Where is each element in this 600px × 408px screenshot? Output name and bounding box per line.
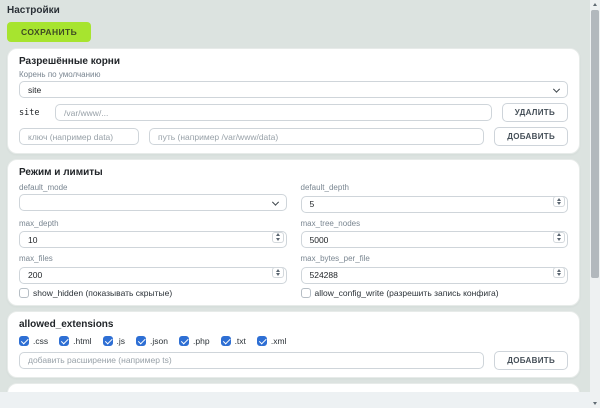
extension-label: .xml: [271, 336, 287, 346]
scrollbar-thumb[interactable]: [591, 10, 599, 278]
add-root-row: ДОБАВИТЬ: [19, 127, 568, 146]
extension-item[interactable]: .html: [59, 336, 91, 346]
extension-label: .txt: [235, 336, 246, 346]
extension-label: .html: [73, 336, 91, 346]
root-path-input[interactable]: [55, 104, 492, 121]
extension-label: .js: [117, 336, 126, 346]
extension-label: .php: [193, 336, 210, 346]
default-mode-label: default_mode: [19, 183, 287, 192]
default-root-select-value: site: [28, 85, 41, 95]
extension-checkbox[interactable]: [179, 336, 189, 346]
allow-config-write-label: allow_config_write (разрешить запись кон…: [315, 288, 499, 298]
extension-checkbox[interactable]: [19, 336, 29, 346]
save-button[interactable]: СОХРАНИТЬ: [7, 22, 91, 42]
vertical-scrollbar[interactable]: [590, 0, 600, 408]
allowed-roots-card: Разрешённые корни Корень по умолчанию si…: [7, 48, 580, 154]
scroll-down-arrow-icon[interactable]: [590, 399, 600, 408]
chevron-down-icon: [553, 85, 560, 92]
show-hidden-toggle[interactable]: show_hidden (показывать скрытые): [19, 288, 287, 298]
extension-item[interactable]: .xml: [257, 336, 287, 346]
new-root-path-input[interactable]: [149, 128, 484, 145]
extension-item[interactable]: .php: [179, 336, 210, 346]
max-depth-field: max_depth: [19, 217, 287, 249]
add-root-button[interactable]: ДОБАВИТЬ: [494, 127, 568, 146]
chevron-down-icon: [271, 198, 278, 205]
allow-config-write-toggle[interactable]: allow_config_write (разрешить запись кон…: [301, 288, 569, 298]
default-depth-field: default_depth: [301, 181, 569, 213]
show-hidden-label: show_hidden (показывать скрытые): [33, 288, 172, 298]
settings-viewport: Настройки СОХРАНИТЬ Разрешённые корни Ко…: [0, 0, 590, 400]
extension-item[interactable]: .js: [103, 336, 126, 346]
show-hidden-checkbox[interactable]: [19, 288, 29, 298]
page-title: Настройки: [7, 5, 580, 17]
max-bytes-per-file-label: max_bytes_per_file: [301, 254, 569, 263]
extension-checkbox[interactable]: [257, 336, 267, 346]
default-root-select[interactable]: site: [19, 81, 568, 98]
max-depth-label: max_depth: [19, 219, 287, 228]
max-files-input[interactable]: [19, 267, 287, 284]
max-bytes-per-file-input[interactable]: [301, 267, 569, 284]
default-depth-input[interactable]: [301, 196, 569, 213]
extension-item[interactable]: .json: [136, 336, 168, 346]
extension-item[interactable]: .txt: [221, 336, 246, 346]
default-root-label: Корень по умолчанию: [19, 70, 568, 79]
max-bytes-per-file-field: max_bytes_per_file: [301, 252, 569, 284]
max-files-label: max_files: [19, 254, 287, 263]
scroll-up-arrow-icon[interactable]: [590, 0, 600, 9]
max-tree-nodes-input[interactable]: [301, 231, 569, 248]
extension-checkbox[interactable]: [221, 336, 231, 346]
add-extension-button[interactable]: ДОБАВИТЬ: [494, 351, 568, 370]
number-spinner-icon[interactable]: [553, 196, 565, 207]
default-depth-label: default_depth: [301, 183, 569, 192]
extension-label: .json: [150, 336, 168, 346]
extension-checkbox[interactable]: [59, 336, 69, 346]
delete-root-button[interactable]: УДАЛИТЬ: [502, 103, 568, 122]
root-key-label: site: [19, 108, 45, 118]
root-entry-row: site УДАЛИТЬ: [19, 103, 568, 122]
extension-checkbox[interactable]: [103, 336, 113, 346]
max-depth-input[interactable]: [19, 231, 287, 248]
max-files-field: max_files: [19, 252, 287, 284]
allowed-roots-heading: Разрешённые корни: [19, 56, 568, 68]
extension-item[interactable]: .css: [19, 336, 48, 346]
number-spinner-icon[interactable]: [553, 232, 565, 243]
limits-heading: Режим и лимиты: [19, 167, 568, 179]
add-extension-row: ДОБАВИТЬ: [19, 351, 568, 370]
allow-config-write-checkbox[interactable]: [301, 288, 311, 298]
default-mode-field: default_mode: [19, 181, 287, 213]
extensions-row: .css .html .js .json .php: [19, 336, 568, 346]
new-root-key-input[interactable]: [19, 128, 139, 145]
number-spinner-icon[interactable]: [272, 267, 284, 278]
extension-label: .css: [33, 336, 48, 346]
number-spinner-icon[interactable]: [553, 267, 565, 278]
default-mode-select[interactable]: [19, 194, 287, 211]
limits-card: Режим и лимиты default_mode default_dept…: [7, 159, 580, 306]
extension-checkbox[interactable]: [136, 336, 146, 346]
new-extension-input[interactable]: [19, 352, 484, 369]
max-tree-nodes-label: max_tree_nodes: [301, 219, 569, 228]
extensions-card: allowed_extensions .css .html .js .json: [7, 311, 580, 378]
extensions-heading: allowed_extensions: [19, 319, 568, 331]
max-tree-nodes-field: max_tree_nodes: [301, 217, 569, 249]
below-fold-strip: [0, 392, 590, 400]
number-spinner-icon[interactable]: [272, 232, 284, 243]
